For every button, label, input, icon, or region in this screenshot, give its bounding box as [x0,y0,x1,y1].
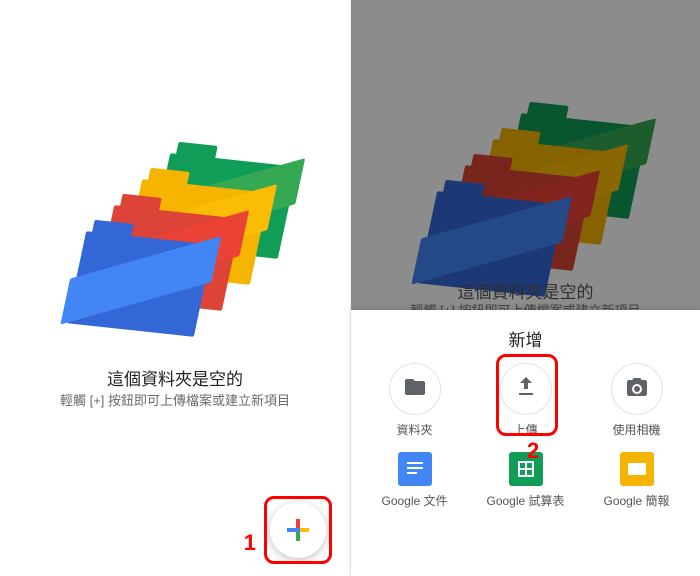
sheet-title: 新增 [351,310,700,363]
option-label: Google 試算表 [486,492,564,509]
option-google-docs[interactable]: Google 文件 [359,452,470,509]
option-label: Google 文件 [381,492,447,509]
option-camera[interactable]: 使用相機 [581,363,692,438]
create-bottom-sheet: 新增 資料夾 上傳 [351,310,700,576]
option-google-sheets[interactable]: Google 試算表 [470,452,581,509]
option-google-slides[interactable]: Google 簡報 [581,452,692,509]
option-label: Google 簡報 [603,492,669,509]
docs-icon [398,452,432,486]
create-options-grid: 資料夾 上傳 使用相機 Goog [351,363,700,509]
option-label: 使用相機 [612,421,660,438]
plus-icon [284,516,312,544]
empty-folders-illustration [75,160,275,340]
camera-icon [625,375,649,404]
upload-icon [514,375,538,404]
option-label: 資料夾 [396,421,432,438]
empty-state-subtitle: 輕觸 [+] 按鈕即可上傳檔案或建立新項目 [0,390,350,409]
option-label: 上傳 [513,421,537,438]
empty-drive-screen: 這個資料夾是空的 輕觸 [+] 按鈕即可上傳檔案或建立新項目 1 [0,0,350,576]
callout-number-2: 2 [527,438,539,464]
empty-folders-illustration [426,120,626,300]
create-fab[interactable] [270,502,326,558]
slides-icon [620,452,654,486]
option-upload[interactable]: 上傳 [470,363,581,438]
empty-state-title: 這個資料夾是空的 [0,365,350,390]
option-folder[interactable]: 資料夾 [359,363,470,438]
callout-number-1: 1 [244,530,256,556]
folder-icon [403,375,427,404]
create-sheet-screen: 這個資料夾是空的 輕觸 [+] 按鈕即可上傳檔案或建立新項目 新增 資料夾 [350,0,700,576]
